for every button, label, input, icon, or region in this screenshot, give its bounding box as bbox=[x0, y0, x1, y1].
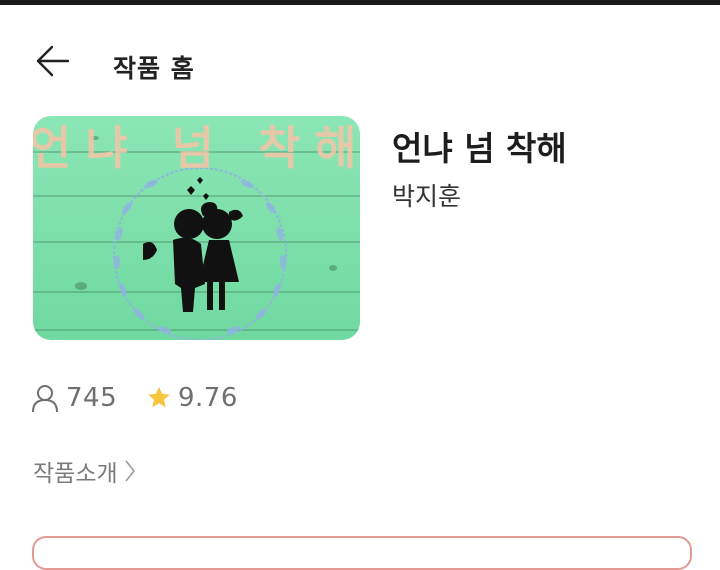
cover-image[interactable]: 언냐 넘 착해 bbox=[33, 116, 360, 340]
intro-label: 작품소개 bbox=[33, 461, 118, 487]
app-header: 작품 홈 bbox=[0, 5, 720, 117]
rating-value: 9.76 bbox=[178, 383, 238, 413]
author-name[interactable]: 박지훈 bbox=[392, 177, 461, 213]
chevron-right-icon bbox=[125, 460, 135, 482]
view-count-value: 745 bbox=[66, 383, 118, 413]
user-icon bbox=[32, 385, 58, 413]
intro-link[interactable]: 작품소개 bbox=[33, 454, 136, 488]
work-title: 언냐 넘 착해 bbox=[392, 129, 567, 168]
rating: 9.76 bbox=[146, 378, 238, 418]
back-button[interactable] bbox=[30, 43, 78, 79]
page-title: 작품 홈 bbox=[113, 54, 195, 83]
star-icon bbox=[148, 386, 170, 408]
view-count: 745 bbox=[30, 378, 117, 418]
arrow-left-icon bbox=[36, 45, 70, 77]
action-card[interactable] bbox=[32, 536, 692, 570]
cover-lettering: 언냐 넘 착해 bbox=[33, 121, 360, 175]
